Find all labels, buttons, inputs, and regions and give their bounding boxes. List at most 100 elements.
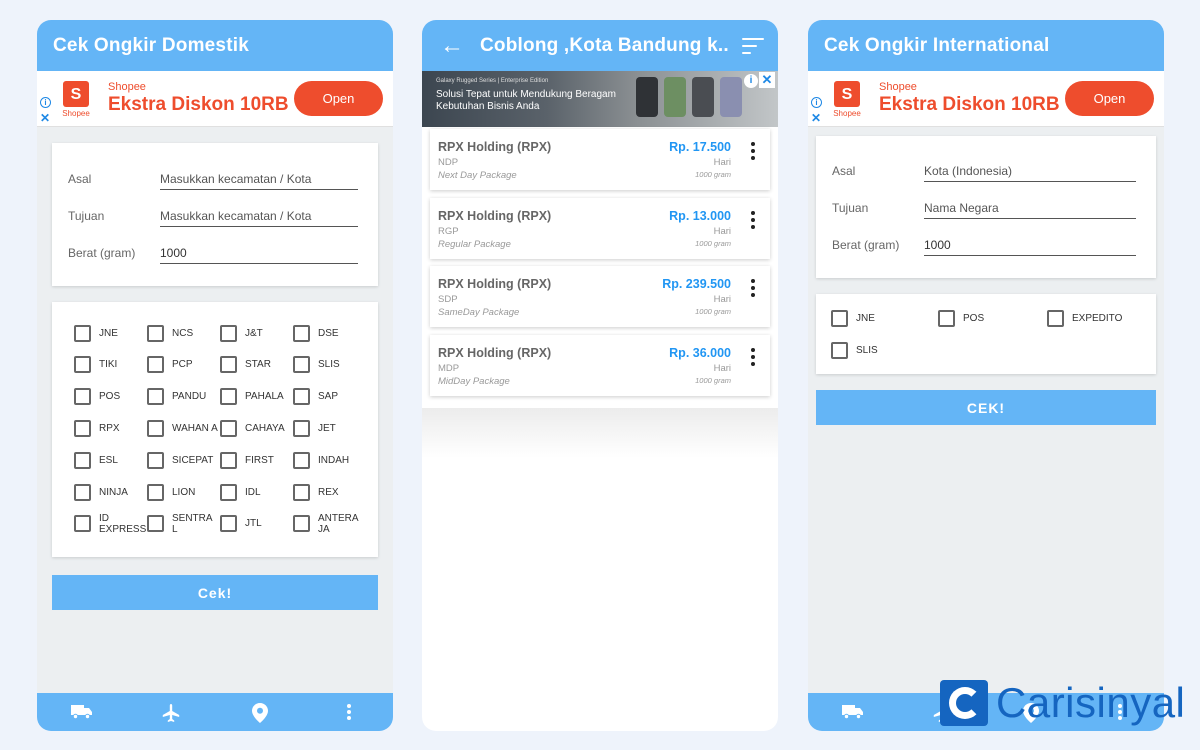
courier-checkbox[interactable]: TIKI <box>74 350 147 380</box>
courier-checkbox[interactable]: FIRST <box>220 445 293 475</box>
more-options-icon[interactable] <box>751 347 755 366</box>
courier-checkbox[interactable]: EXPEDITO <box>1047 303 1147 333</box>
ad-banner[interactable]: Galaxy Rugged Series | Enterprise Editio… <box>422 71 778 127</box>
courier-checkbox[interactable]: JET <box>293 413 366 443</box>
checkbox-box[interactable] <box>147 515 164 533</box>
checkbox-box[interactable] <box>220 483 237 501</box>
ad-info-icon[interactable]: i <box>40 97 51 108</box>
courier-checkbox[interactable]: JNE <box>831 303 931 333</box>
courier-checkbox[interactable]: LION <box>147 477 220 507</box>
ad-close-icon[interactable]: ✕ <box>811 111 821 125</box>
ad-open-button[interactable]: Open <box>294 81 383 116</box>
courier-checkbox[interactable]: WAHAN A <box>147 413 220 443</box>
courier-checkbox[interactable]: IDL <box>220 477 293 507</box>
ad-close-icon[interactable]: ✕ <box>759 72 775 88</box>
courier-checkbox[interactable]: INDAH <box>293 445 366 475</box>
courier-checkbox[interactable]: J&T <box>220 318 293 348</box>
location-pin-icon[interactable] <box>215 693 304 731</box>
checkbox-box[interactable] <box>293 356 310 374</box>
checkbox-box[interactable] <box>220 356 237 374</box>
international-screen: Cek Ongkir International i ✕ S Shopee Sh… <box>808 20 1164 731</box>
courier-checkbox[interactable]: ANTERA JA <box>293 509 366 539</box>
checkbox-box[interactable] <box>293 388 310 406</box>
checkbox-box[interactable] <box>220 324 237 342</box>
check-button[interactable]: CEK! <box>816 390 1156 425</box>
checkbox-box[interactable] <box>74 451 91 469</box>
courier-checkbox[interactable]: NINJA <box>74 477 147 507</box>
result-card[interactable]: RPX Holding (RPX) NDP Next Day Package Rp. … <box>430 129 770 190</box>
checkbox-box[interactable] <box>74 515 91 533</box>
courier-checkbox[interactable]: REX <box>293 477 366 507</box>
courier-checkbox[interactable]: POS <box>938 303 1038 333</box>
courier-checkbox[interactable]: POS <box>74 382 147 412</box>
truck-icon[interactable] <box>808 693 897 731</box>
weight-input[interactable]: 1000 <box>160 242 358 264</box>
courier-checkbox[interactable]: PANDU <box>147 382 220 412</box>
checkbox-box[interactable] <box>220 419 237 437</box>
checkbox-box[interactable] <box>147 356 164 374</box>
result-card[interactable]: RPX Holding (RPX) RGP Regular Package Rp. 1… <box>430 197 770 259</box>
courier-checkbox[interactable]: JNE <box>74 318 147 348</box>
courier-checkbox[interactable]: RPX <box>74 413 147 443</box>
sort-filter-icon[interactable] <box>742 37 764 54</box>
ad-close-icon[interactable]: ✕ <box>40 111 50 125</box>
courier-label: JTL <box>245 518 262 530</box>
courier-checkbox[interactable]: ID EXPRESS <box>74 509 147 539</box>
courier-checkbox[interactable]: PAHALA <box>220 382 293 412</box>
result-card[interactable]: RPX Holding (RPX) MDP MidDay Package Rp. 36… <box>430 334 770 396</box>
checkbox-box[interactable] <box>293 515 310 533</box>
checkbox-box[interactable] <box>147 324 164 342</box>
courier-checkbox[interactable]: ESL <box>74 445 147 475</box>
back-arrow-icon[interactable]: ← <box>440 32 480 60</box>
checkbox-box[interactable] <box>147 388 164 406</box>
destination-input[interactable]: Nama Negara <box>924 197 1136 219</box>
courier-checkbox[interactable]: SLIS <box>293 350 366 380</box>
more-options-icon[interactable] <box>751 279 755 297</box>
checkbox-box[interactable] <box>293 483 310 501</box>
courier-checkbox[interactable]: SICEPAT <box>147 445 220 475</box>
check-button[interactable]: Cek! <box>52 575 378 610</box>
checkbox-box[interactable] <box>220 515 237 533</box>
ad-banner[interactable]: i ✕ S Shopee Shopee Ekstra Diskon 10RB O… <box>808 71 1164 127</box>
checkbox-box[interactable] <box>74 419 91 437</box>
courier-checkbox[interactable]: SENTRA L <box>147 509 220 539</box>
checkbox-box[interactable] <box>220 451 237 469</box>
ad-banner[interactable]: i ✕ S Shopee Shopee Ekstra Diskon 10RB O… <box>37 71 393 127</box>
checkbox-box[interactable] <box>74 388 91 406</box>
origin-input[interactable]: Kota (Indonesia) <box>924 160 1136 182</box>
checkbox-box[interactable] <box>938 309 955 327</box>
checkbox-box[interactable] <box>74 356 91 374</box>
courier-checkbox[interactable]: DSE <box>293 318 366 348</box>
checkbox-box[interactable] <box>74 324 91 342</box>
checkbox-box[interactable] <box>831 309 848 327</box>
courier-checkbox[interactable]: PCP <box>147 350 220 380</box>
more-vertical-icon[interactable] <box>304 693 393 731</box>
checkbox-box[interactable] <box>147 419 164 437</box>
origin-input[interactable]: Masukkan kecamatan / Kota <box>160 168 358 190</box>
courier-checkbox[interactable]: SLIS <box>831 335 931 365</box>
courier-checkbox[interactable]: SAP <box>293 382 366 412</box>
checkbox-box[interactable] <box>293 324 310 342</box>
checkbox-box[interactable] <box>831 341 848 359</box>
checkbox-box[interactable] <box>74 483 91 501</box>
ad-info-icon[interactable]: i <box>811 97 822 108</box>
courier-checkbox[interactable]: JTL <box>220 509 293 539</box>
checkbox-box[interactable] <box>293 419 310 437</box>
checkbox-box[interactable] <box>147 451 164 469</box>
checkbox-box[interactable] <box>1047 309 1064 327</box>
more-options-icon[interactable] <box>751 142 755 160</box>
ad-info-icon[interactable]: i <box>744 74 758 88</box>
weight-input[interactable]: 1000 <box>924 234 1136 256</box>
checkbox-box[interactable] <box>293 451 310 469</box>
truck-icon[interactable] <box>37 693 126 731</box>
courier-checkbox[interactable]: STAR <box>220 350 293 380</box>
result-card[interactable]: RPX Holding (RPX) SDP SameDay Package Rp. 2… <box>430 266 770 327</box>
airplane-icon[interactable] <box>126 693 215 731</box>
more-options-icon[interactable] <box>751 210 755 229</box>
checkbox-box[interactable] <box>220 388 237 406</box>
courier-checkbox[interactable]: NCS <box>147 318 220 348</box>
destination-input[interactable]: Masukkan kecamatan / Kota <box>160 205 358 227</box>
courier-checkbox[interactable]: CAHAYA <box>220 413 293 443</box>
checkbox-box[interactable] <box>147 483 164 501</box>
ad-open-button[interactable]: Open <box>1065 81 1154 116</box>
